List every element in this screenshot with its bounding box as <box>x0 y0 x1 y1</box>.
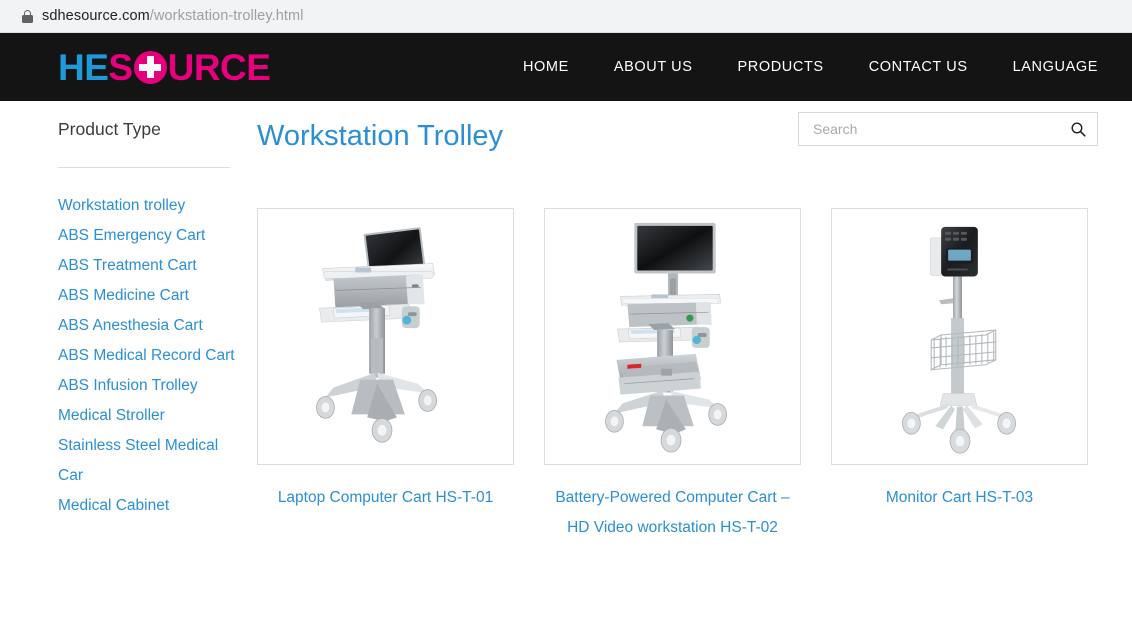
sidebar-divider <box>58 167 230 168</box>
battery-powered-computer-cart-photo[interactable] <box>544 207 801 465</box>
browser-chrome: sdhesource.com/workstation-trolley.html <box>0 0 1132 33</box>
sidebar-item-abs-infusion-trolley[interactable]: ABS Infusion Trolley <box>58 371 236 401</box>
sidebar-title: Product Type <box>58 119 161 139</box>
product-caption[interactable]: Battery-Powered Computer Cart – HD Video… <box>544 483 801 543</box>
sidebar-item-abs-treatment-cart[interactable]: ABS Treatment Cart <box>58 251 236 281</box>
address-bar[interactable]: sdhesource.com/workstation-trolley.html <box>12 4 1120 28</box>
main-navigation: HOME ABOUT US PRODUCTS CONTACT US LANGUA… <box>523 59 1098 75</box>
product-caption[interactable]: Monitor Cart HS-T-03 <box>831 483 1088 513</box>
sidebar-item-abs-anesthesia-cart[interactable]: ABS Anesthesia Cart <box>58 311 236 341</box>
nav-item-home[interactable]: HOME <box>523 59 569 75</box>
lock-icon <box>22 9 33 23</box>
nav-item-contact-us[interactable]: CONTACT US <box>869 59 968 75</box>
sidebar-item-abs-medical-record-cart[interactable]: ABS Medical Record Cart <box>58 341 236 371</box>
site-logo[interactable]: HE S URCE <box>58 46 271 88</box>
sidebar-item-abs-medicine-cart[interactable]: ABS Medicine Cart <box>58 281 236 311</box>
product-card: Battery-Powered Computer Cart – HD Video… <box>544 207 801 543</box>
sidebar-item-workstation-trolley[interactable]: Workstation trolley <box>58 191 236 221</box>
logo-text-urce: URCE <box>167 46 271 88</box>
url-path: /workstation-trolley.html <box>149 8 304 24</box>
main-content: Workstation Trolley Laptop Computer Cart… <box>257 119 1097 543</box>
monitor-cart-photo[interactable] <box>831 207 1088 465</box>
nav-item-language[interactable]: LANGUAGE <box>1013 59 1098 75</box>
product-card: Laptop Computer Cart HS-T-01 <box>257 207 514 543</box>
laptop-computer-cart-photo[interactable] <box>257 207 514 465</box>
logo-text-he: HE <box>58 46 109 88</box>
product-grid: Laptop Computer Cart HS-T-01 Battery-Pow… <box>257 207 1097 543</box>
sidebar-item-abs-emergency-cart[interactable]: ABS Emergency Cart <box>58 221 236 251</box>
product-card: Monitor Cart HS-T-03 <box>831 207 1088 543</box>
sidebar-item-medical-cabinet[interactable]: Medical Cabinet <box>58 491 236 521</box>
site-header: HE S URCE HOME ABOUT US PRODUCTS CONTACT U… <box>0 33 1132 101</box>
url-host: sdhesource.com <box>42 8 150 24</box>
sidebar: Product Type Workstation trolley ABS Eme… <box>58 119 236 521</box>
page-title: Workstation Trolley <box>257 120 504 152</box>
medical-cross-icon <box>133 50 167 84</box>
nav-item-products[interactable]: PRODUCTS <box>738 59 824 75</box>
product-caption[interactable]: Laptop Computer Cart HS-T-01 <box>257 483 514 513</box>
nav-item-about-us[interactable]: ABOUT US <box>614 59 693 75</box>
logo-text-s: S <box>108 46 133 88</box>
sidebar-item-stainless-steel-medical-car[interactable]: Stainless Steel Medical Car <box>58 431 236 491</box>
page-body: Product Type Workstation trolley ABS Eme… <box>0 101 1132 629</box>
product-type-list: Workstation trolley ABS Emergency Cart A… <box>58 191 236 521</box>
sidebar-item-medical-stroller[interactable]: Medical Stroller <box>58 401 236 431</box>
url-text: sdhesource.com/workstation-trolley.html <box>42 8 304 24</box>
